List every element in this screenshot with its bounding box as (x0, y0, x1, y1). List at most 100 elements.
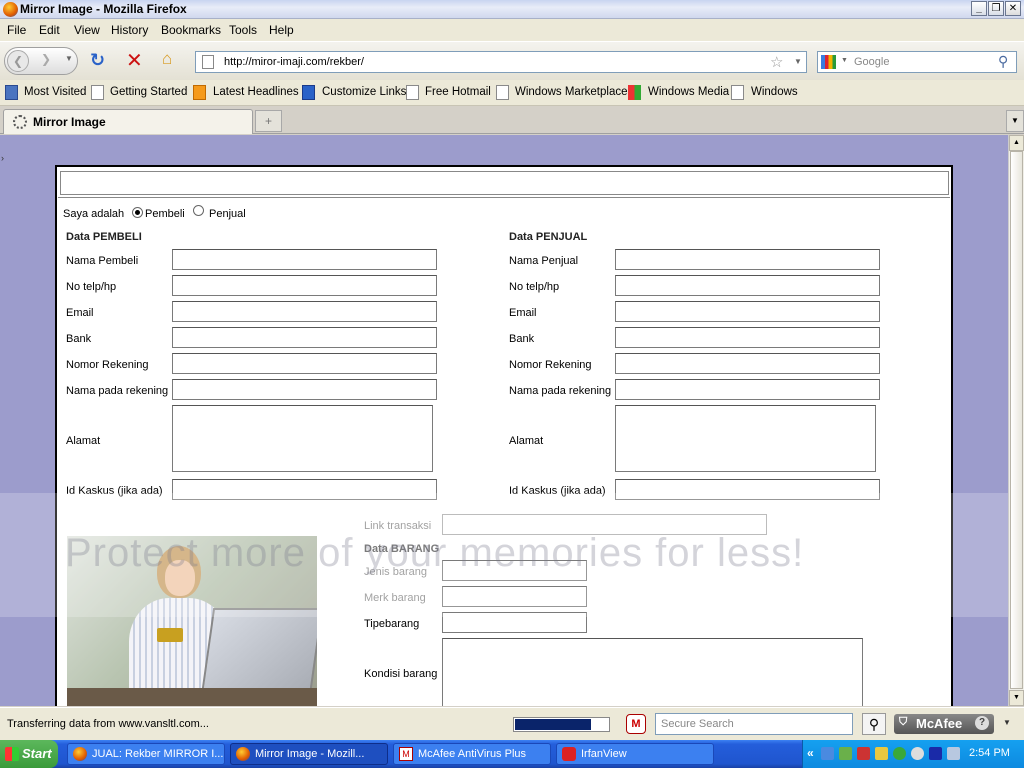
bookmark-free-hotmail[interactable]: Free Hotmail (425, 86, 491, 98)
input-nama-penjual[interactable] (615, 249, 880, 270)
bookmark-most-visited[interactable]: Most Visited (24, 86, 86, 98)
menu-bookmarks[interactable]: Bookmarks (161, 23, 221, 37)
bookmark-windows-media[interactable]: Windows Media (648, 86, 729, 98)
window-titlebar[interactable]: Mirror Image - Mozilla Firefox _ ❐ ✕ (0, 0, 1024, 19)
clock: 2:54 PM (969, 747, 1010, 759)
windows-security-icon[interactable] (857, 747, 870, 760)
label-seller-alamat: Alamat (509, 435, 544, 447)
tab-mirror-image[interactable]: Mirror Image (3, 109, 253, 134)
input-buyer-bank[interactable] (172, 327, 437, 348)
forward-button[interactable]: ❯ (41, 52, 51, 66)
menu-view[interactable]: View (74, 23, 100, 37)
label-kondisi-barang: Kondisi barang (364, 668, 438, 680)
input-seller-email[interactable] (615, 301, 880, 322)
menu-tools[interactable]: Tools (229, 23, 257, 37)
input-buyer-email[interactable] (172, 301, 437, 322)
url-dropdown-icon[interactable]: ▼ (794, 57, 802, 66)
input-buyer-nama-rekening[interactable] (172, 379, 437, 400)
radio-penjual-label: Penjual (209, 208, 246, 220)
close-window-button[interactable]: ✕ (1005, 1, 1021, 16)
shield-icon[interactable] (875, 747, 888, 760)
star-bookmark-icon[interactable]: ☆ (770, 53, 783, 71)
side-arrow-icon: › (1, 153, 4, 163)
input-seller-telp[interactable] (615, 275, 880, 296)
photo-credit-card (157, 628, 183, 642)
google-icon[interactable] (821, 55, 836, 69)
menu-history[interactable]: History (111, 23, 148, 37)
radio-pembeli-label: Pembeli (145, 208, 185, 220)
firefox-icon (73, 747, 87, 761)
bookmark-latest-headlines[interactable]: Latest Headlines (213, 86, 299, 98)
label-seller-rekening: Nomor Rekening (509, 359, 592, 371)
network-icon[interactable] (821, 747, 834, 760)
messenger-icon[interactable] (911, 747, 924, 760)
scroll-up-button[interactable]: ▲ (1009, 135, 1024, 151)
status-text: Transferring data from www.vansltl.com..… (7, 718, 209, 730)
home-icon[interactable]: ⌂ (162, 49, 172, 69)
textarea-seller-alamat[interactable] (615, 405, 876, 472)
search-icon[interactable]: ⚲ (998, 53, 1008, 70)
task-mcafee[interactable]: M McAfee AntiVirus Plus (393, 743, 551, 765)
reload-icon[interactable]: ↻ (90, 50, 105, 71)
mcafee-dropdown-icon[interactable]: ▼ (1003, 718, 1011, 727)
textarea-buyer-alamat[interactable] (172, 405, 433, 472)
task-irfanview[interactable]: IrfanView (556, 743, 714, 765)
green-status-icon[interactable] (893, 747, 906, 760)
task-mirror-image[interactable]: Mirror Image - Mozill... (230, 743, 388, 765)
task-label: McAfee AntiVirus Plus (418, 748, 527, 760)
vertical-scrollbar[interactable]: ▲ ▼ (1008, 135, 1024, 706)
input-buyer-rekening[interactable] (172, 353, 437, 374)
engine-dropdown-icon[interactable]: ▼ (841, 57, 848, 64)
input-seller-bank[interactable] (615, 327, 880, 348)
radio-penjual[interactable] (193, 205, 204, 216)
page-icon (202, 55, 214, 69)
minimize-button[interactable]: _ (971, 1, 987, 16)
history-dropdown-icon[interactable]: ▼ (65, 54, 73, 63)
mcafee-button[interactable]: ⛉ McAfee ? (894, 714, 994, 734)
back-button[interactable]: ❮ (7, 50, 29, 72)
search-box[interactable]: ▼ Google ⚲ (817, 51, 1017, 73)
tab-list-dropdown-icon[interactable]: ▼ (1006, 110, 1024, 132)
start-button[interactable]: Start (0, 740, 58, 768)
photo-desk (67, 688, 317, 706)
url-bar[interactable]: http://miror-imaji.com/rekber/ ☆ ▼ (195, 51, 807, 73)
page-icon (406, 85, 419, 100)
input-seller-nama-rekening[interactable] (615, 379, 880, 400)
menu-edit[interactable]: Edit (39, 23, 60, 37)
mcafee-shield-icon[interactable]: M (626, 714, 646, 734)
input-seller-rekening[interactable] (615, 353, 880, 374)
input-buyer-telp[interactable] (172, 275, 437, 296)
bookmark-customize-links[interactable]: Customize Links (322, 86, 406, 98)
label-buyer-nama-rekening: Nama pada rekening (66, 385, 169, 397)
task-jual-rekber[interactable]: JUAL: Rekber MIRROR I... (67, 743, 225, 765)
input-nama-pembeli[interactable] (172, 249, 437, 270)
buyer-heading: Data PEMBELI (66, 231, 142, 243)
scroll-thumb[interactable] (1010, 151, 1023, 689)
volume-icon[interactable] (947, 747, 960, 760)
menu-bar: File Edit View History Bookmarks Tools H… (0, 19, 1024, 42)
menu-file[interactable]: File (7, 23, 26, 37)
scroll-down-button[interactable]: ▼ (1009, 690, 1024, 706)
restore-button[interactable]: ❐ (988, 1, 1004, 16)
tray-app-icon[interactable] (839, 747, 852, 760)
bookmark-windows-marketplace[interactable]: Windows Marketplace (515, 86, 627, 98)
new-tab-button[interactable]: + (255, 110, 282, 132)
back-forward-group: ❮ ❯ ▼ (4, 47, 78, 75)
media-play-icon[interactable] (929, 747, 942, 760)
menu-help[interactable]: Help (269, 23, 294, 37)
mcafee-label: McAfee (916, 716, 963, 731)
secure-search-input[interactable]: Secure Search (655, 713, 853, 735)
stop-icon[interactable]: ✕ (126, 48, 143, 73)
tab-title: Mirror Image (33, 115, 106, 129)
radio-pembeli[interactable] (132, 207, 143, 218)
label-buyer-bank: Bank (66, 333, 92, 345)
secure-search-icon[interactable]: ⚲ (862, 713, 886, 735)
label-nama-pembeli: Nama Pembeli (66, 255, 139, 267)
show-hidden-icons[interactable]: « (807, 746, 814, 760)
status-bar: Transferring data from www.vansltl.com..… (0, 707, 1024, 740)
textarea-kondisi-barang[interactable] (442, 638, 863, 706)
bookmark-windows[interactable]: Windows (751, 86, 798, 98)
help-icon[interactable]: ? (975, 716, 989, 730)
rekber-form: Saya adalah Pembeli Penjual Data PEMBELI… (55, 165, 953, 706)
bookmark-getting-started[interactable]: Getting Started (110, 86, 187, 98)
